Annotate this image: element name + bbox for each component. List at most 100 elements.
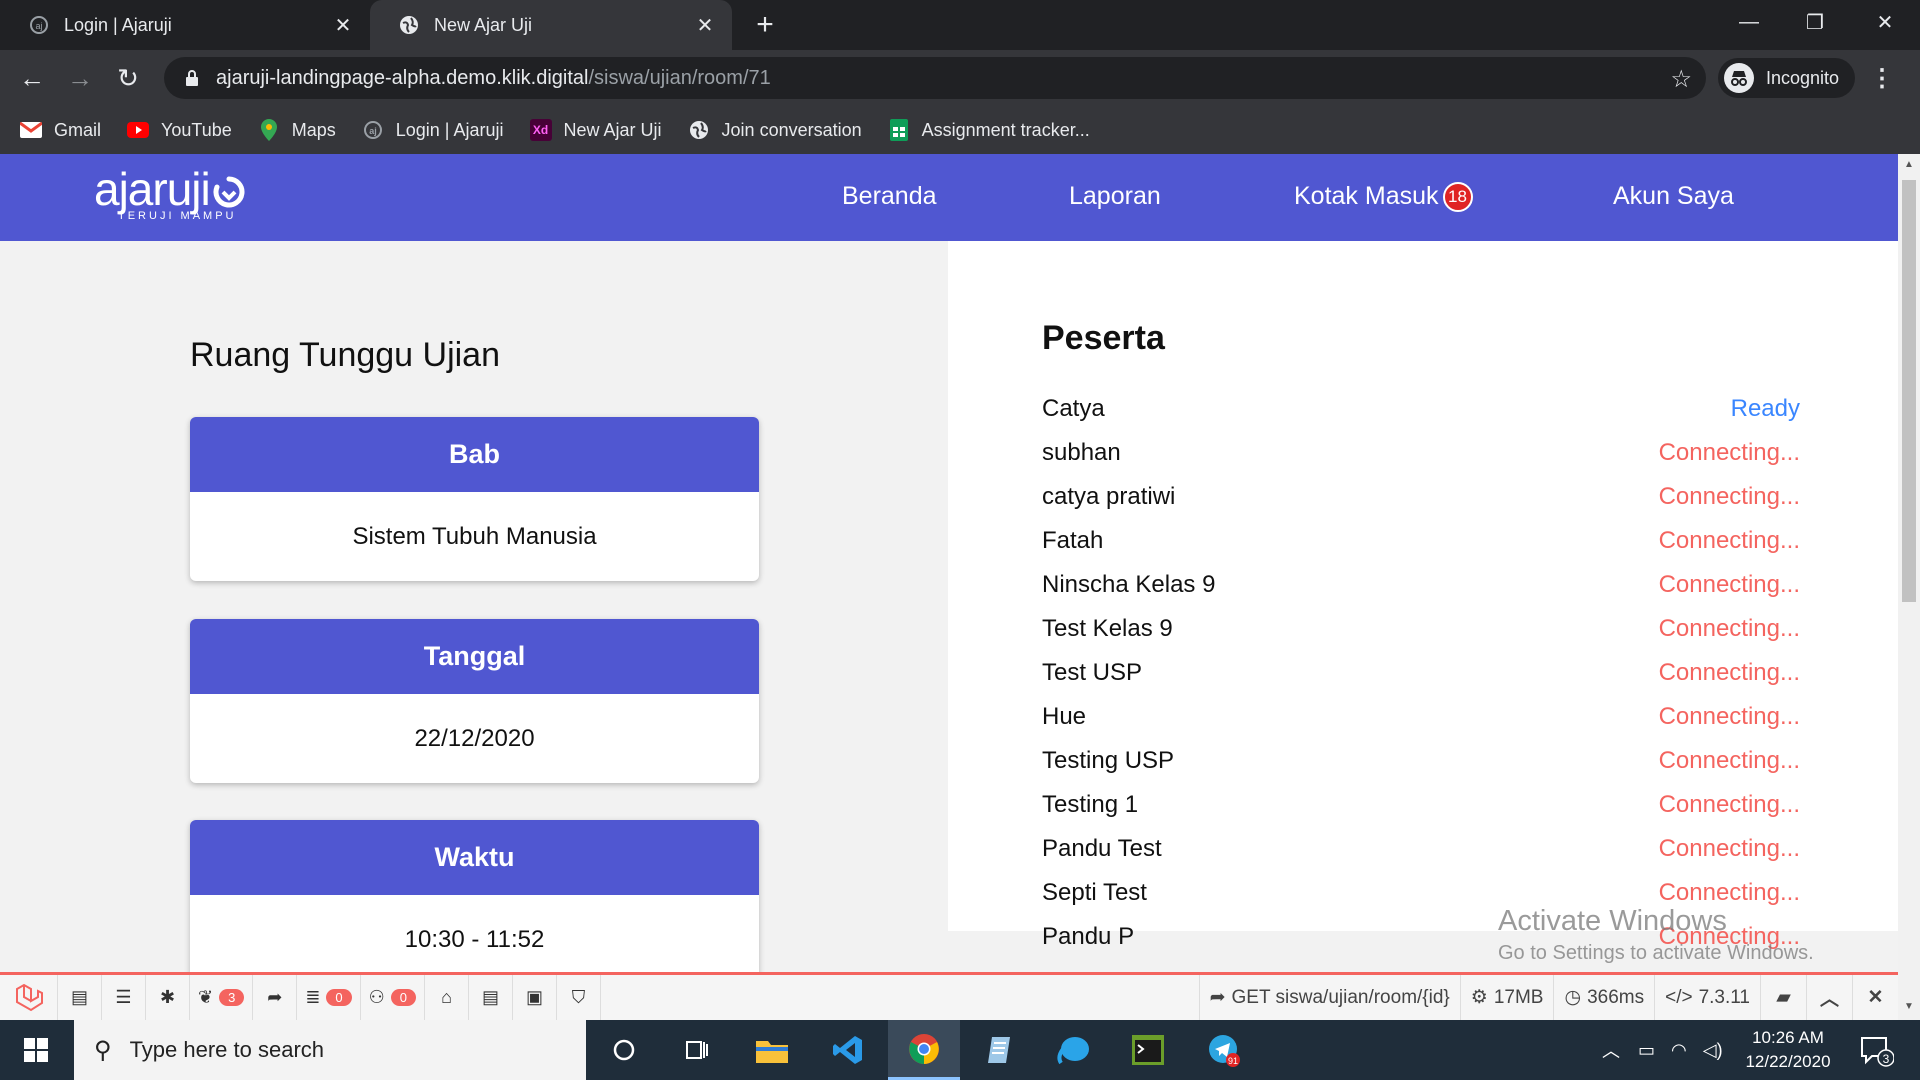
vertical-scrollbar[interactable]: ▲ ▼: [1898, 154, 1920, 1020]
nav-kotak-masuk[interactable]: Kotak Masuk 18: [1294, 182, 1473, 213]
bookmark-join-conversation[interactable]: Join conversation: [688, 119, 862, 141]
taskbar-search-input[interactable]: ⚲ Type here to search: [74, 1020, 586, 1080]
restore-icon[interactable]: ❐: [1782, 0, 1848, 44]
kebab-menu-icon[interactable]: ⋮: [1870, 64, 1894, 93]
globe-icon: [688, 119, 710, 141]
card-bab: Bab Sistem Tubuh Manusia: [190, 417, 759, 581]
ajaruji-icon: aj: [362, 119, 384, 141]
scrollbar-thumb[interactable]: [1902, 180, 1916, 602]
chevron-up-icon[interactable]: ︿: [1602, 1037, 1620, 1063]
bookmark-label: New Ajar Uji: [563, 119, 662, 140]
memory-text: 17MB: [1493, 986, 1544, 1008]
gmail-icon: [20, 119, 42, 141]
ajaruji-logo[interactable]: ajaruji TERUJI MAMPU: [94, 164, 246, 222]
duration-text: 366ms: [1587, 986, 1645, 1008]
bookmark-youtube[interactable]: YouTube: [127, 119, 232, 141]
nav-akun-saya[interactable]: Akun Saya: [1613, 182, 1734, 211]
system-tray: ︿ ▭ ◠ ◁): [1592, 1020, 1731, 1080]
participants-title: Peserta: [1042, 319, 1165, 357]
messages-icon[interactable]: ▤: [58, 975, 102, 1020]
tab-title: New Ajar Uji: [434, 14, 533, 35]
address-bar[interactable]: ajaruji-landingpage-alpha.demo.klik.digi…: [164, 57, 1706, 99]
battery-icon[interactable]: ▭: [1638, 1040, 1655, 1061]
bookmark-login-ajaruji[interactable]: aj Login | Ajaruji: [362, 119, 504, 141]
request-tags-icon[interactable]: ⛉: [557, 975, 602, 1020]
windows-start-icon[interactable]: [0, 1020, 72, 1080]
debugbar-right: ➦ GET siswa/ujian/room/{id} ⚙ 17MB ◷ 366ms …: [1198, 975, 1898, 1020]
telegram-unread-badge: 91: [1228, 1056, 1238, 1066]
youtube-icon: [127, 119, 150, 141]
bookmark-label: Assignment tracker...: [921, 119, 1090, 140]
participant-name: Testing USP: [1042, 747, 1175, 774]
forward-icon[interactable]: →: [60, 58, 100, 98]
timeline-icon[interactable]: ☰: [102, 975, 146, 1020]
watermark-title: Activate Windows: [1498, 905, 1727, 937]
session-archive-icon[interactable]: ▣: [513, 975, 558, 1020]
vscode-icon[interactable]: [812, 1020, 884, 1080]
participant-name: Test USP: [1042, 659, 1143, 686]
file-explorer-icon[interactable]: [736, 1020, 808, 1080]
back-icon[interactable]: ←: [12, 58, 52, 98]
clock-icon: ◷: [1564, 987, 1582, 1008]
cortana-icon[interactable]: [588, 1020, 660, 1080]
taskbar-clock[interactable]: 10:26 AM 12/22/2020: [1732, 1026, 1844, 1074]
telegram-icon[interactable]: 91: [1188, 1020, 1260, 1080]
incognito-profile-button[interactable]: Incognito: [1718, 58, 1856, 98]
queries-database-icon[interactable]: ≣ 0: [297, 975, 361, 1020]
request-route[interactable]: ➦ GET siswa/ujian/room/{id}: [1198, 975, 1460, 1020]
new-tab-button[interactable]: +: [748, 8, 782, 42]
volume-icon[interactable]: ◁): [1703, 1040, 1723, 1061]
bookmarks-bar: Gmail YouTube Maps aj Login | Ajaruji Xd…: [0, 106, 1920, 154]
close-tab-icon[interactable]: ✕: [332, 14, 354, 37]
scroll-up-icon[interactable]: ▲: [1902, 158, 1916, 172]
participant-status: Connecting...: [1658, 747, 1800, 774]
bookmark-star-icon[interactable]: ☆: [1670, 65, 1692, 94]
participant-name: subhan: [1042, 439, 1121, 466]
participant-row: catya pratiwi Connecting...: [1042, 483, 1800, 519]
tab-strip: aj Login | Ajaruji ✕ New Ajar Uji ✕ + — …: [0, 0, 1920, 50]
bookmark-maps[interactable]: Maps: [258, 119, 336, 141]
bookmark-new-ajar-uji[interactable]: Xd New Ajar Uji: [529, 119, 662, 141]
exam-info-panel: Ruang Tunggu Ujian Bab Sistem Tubuh Manu…: [0, 241, 948, 972]
activate-windows-watermark: Activate Windows Go to Settings to activ…: [1498, 905, 1814, 965]
close-debugbar-icon[interactable]: ✕: [1852, 975, 1898, 1020]
search-placeholder: Type here to search: [129, 1037, 325, 1062]
participant-row: Pandu Test Connecting...: [1042, 835, 1800, 871]
task-view-icon[interactable]: [660, 1020, 732, 1080]
chevron-up-icon[interactable]: ︿: [1806, 975, 1852, 1020]
chrome-icon[interactable]: [888, 1020, 960, 1080]
action-center-icon[interactable]: 3: [1858, 1032, 1895, 1068]
maps-icon: [258, 119, 280, 141]
participant-status: Connecting...: [1658, 571, 1800, 598]
participant-row: Test USP Connecting...: [1042, 659, 1800, 695]
models-cubes-icon[interactable]: ⚇ 0: [361, 975, 426, 1020]
exceptions-bug-icon[interactable]: ✱: [146, 975, 190, 1020]
participant-status: Connecting...: [1658, 791, 1800, 818]
close-window-icon[interactable]: ✕: [1852, 0, 1918, 44]
gate-list-icon[interactable]: ▤: [469, 975, 514, 1020]
minimize-icon[interactable]: —: [1716, 0, 1782, 44]
scroll-down-icon[interactable]: ▼: [1902, 1000, 1916, 1014]
logo-text: ajaruji: [94, 164, 246, 214]
participant-status: Connecting...: [1658, 659, 1800, 686]
logo-swirl-icon: [212, 168, 246, 208]
route-share-icon[interactable]: ➦: [253, 975, 298, 1020]
participant-status: Connecting...: [1658, 483, 1800, 510]
laravel-logo-icon[interactable]: [0, 975, 58, 1020]
wifi-icon[interactable]: ◠: [1671, 1040, 1687, 1061]
tab-login-ajaruji[interactable]: aj Login | Ajaruji ✕: [0, 0, 370, 50]
terminal-icon[interactable]: [1112, 1020, 1184, 1080]
tableplus-elephant-icon[interactable]: [1038, 1020, 1110, 1080]
queries-count-badge: 0: [326, 989, 352, 1006]
notepad-icon[interactable]: [964, 1020, 1036, 1080]
nav-beranda[interactable]: Beranda: [842, 182, 937, 211]
close-tab-icon[interactable]: ✕: [694, 14, 716, 37]
views-leaf-icon[interactable]: ❦ 3: [190, 975, 254, 1020]
mail-inbox-icon[interactable]: ⌂: [425, 975, 470, 1020]
reload-icon[interactable]: ↻: [108, 58, 148, 98]
bookmark-gmail[interactable]: Gmail: [20, 119, 101, 141]
bookmark-assignment-tracker[interactable]: Assignment tracker...: [888, 119, 1090, 141]
tab-new-ajar-uji[interactable]: New Ajar Uji ✕: [370, 0, 732, 50]
open-folder-icon[interactable]: ▰: [1760, 975, 1806, 1020]
nav-laporan[interactable]: Laporan: [1069, 182, 1161, 211]
